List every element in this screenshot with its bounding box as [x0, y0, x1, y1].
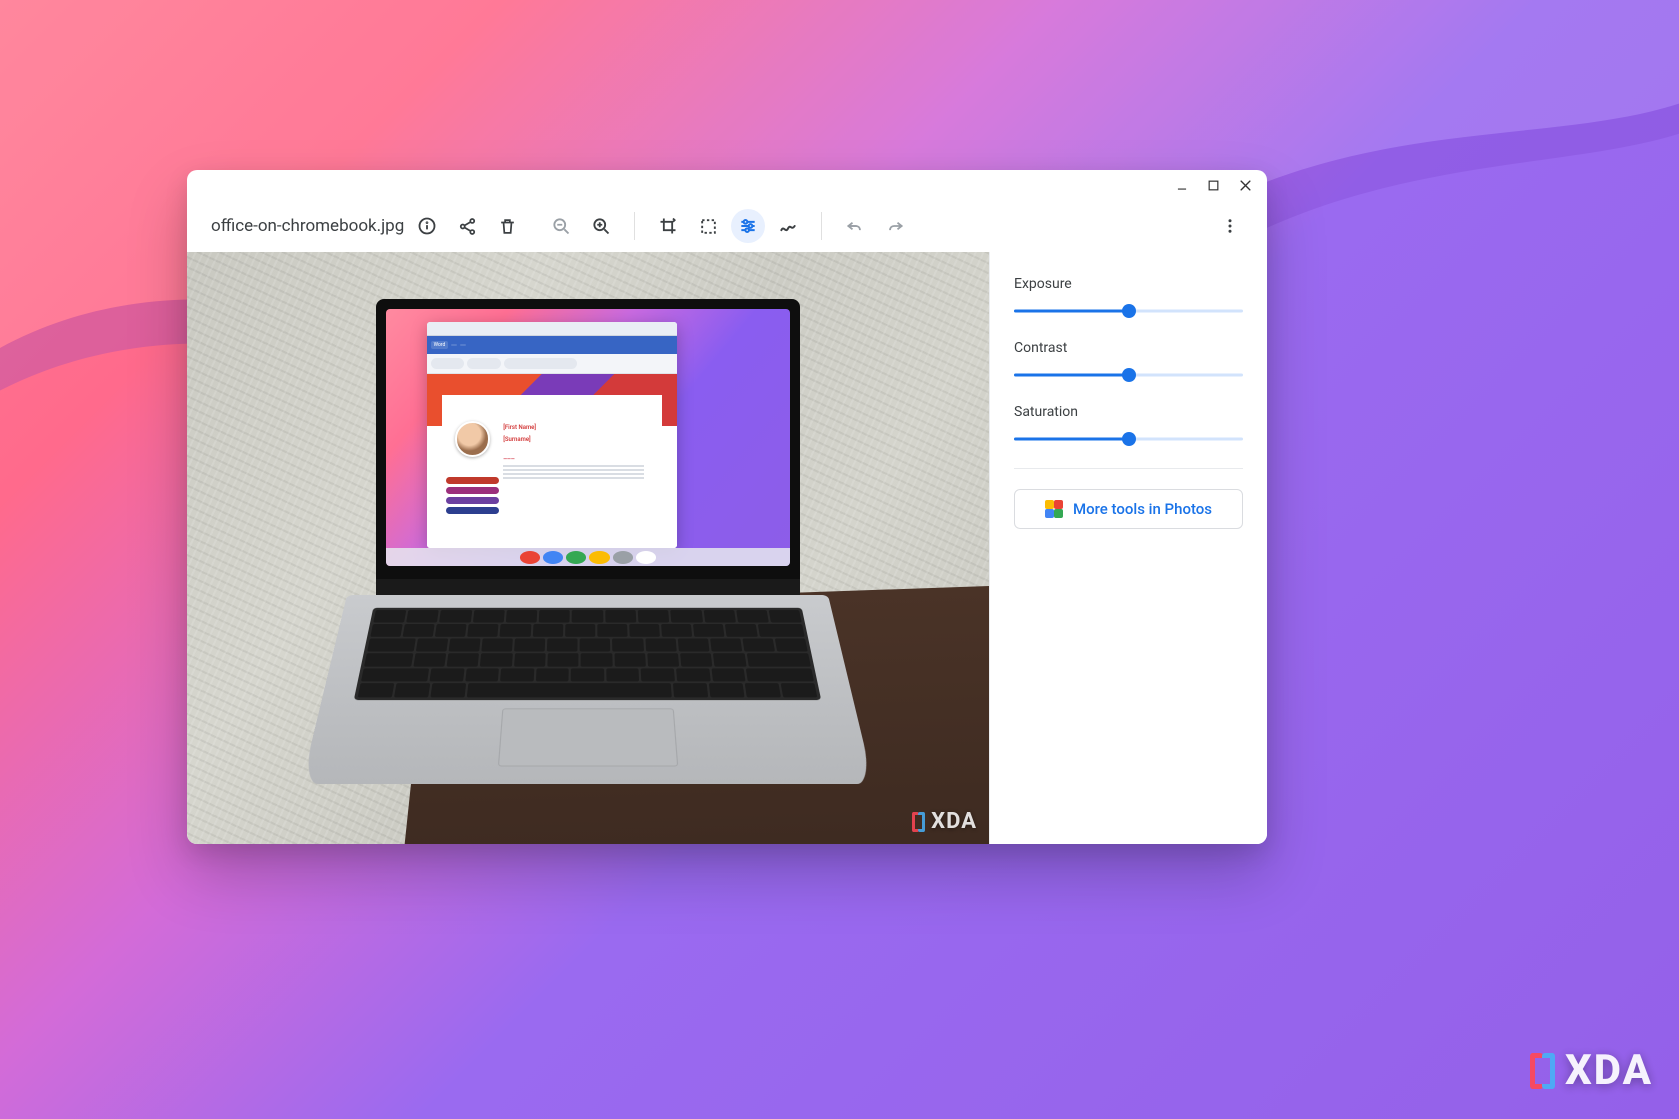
redo-button[interactable] — [878, 209, 912, 243]
xda-watermark: XDA — [1530, 1046, 1653, 1095]
exposure-slider[interactable] — [1014, 304, 1243, 318]
toolbar: office-on-chromebook.jpg — [187, 200, 1267, 252]
panel-divider — [1014, 468, 1243, 469]
rescale-button[interactable] — [691, 209, 725, 243]
close-button[interactable] — [1238, 178, 1253, 193]
more-tools-in-photos-button[interactable]: More tools in Photos — [1014, 489, 1243, 529]
zoom-in-button[interactable] — [584, 209, 618, 243]
info-button[interactable] — [410, 209, 444, 243]
contrast-slider[interactable] — [1014, 368, 1243, 382]
filename-label: office-on-chromebook.jpg — [207, 216, 404, 236]
more-tools-label: More tools in Photos — [1073, 500, 1212, 518]
saturation-label: Saturation — [1014, 404, 1243, 420]
maximize-button[interactable] — [1207, 179, 1220, 192]
contrast-label: Contrast — [1014, 340, 1243, 356]
contrast-group: Contrast — [1014, 340, 1243, 382]
google-photos-icon — [1045, 500, 1063, 518]
overflow-menu-button[interactable] — [1213, 209, 1247, 243]
window-titlebar — [187, 170, 1267, 200]
toolbar-separator — [821, 212, 822, 240]
minimize-button[interactable] — [1175, 178, 1189, 192]
saturation-slider[interactable] — [1014, 432, 1243, 446]
doc-surname: [Surname] — [503, 436, 530, 443]
doc-firstname: [First Name] — [503, 424, 536, 431]
content-area: Word [First Name] [Surname] ——— — [187, 252, 1267, 844]
image-pane[interactable]: Word [First Name] [Surname] ——— — [187, 252, 989, 844]
adjust-panel: Exposure Contrast Saturation — [989, 252, 1267, 844]
toolbar-separator — [634, 212, 635, 240]
adjust-button[interactable] — [731, 209, 765, 243]
exposure-group: Exposure — [1014, 276, 1243, 318]
xda-watermark-inner: XDA — [912, 809, 977, 834]
photo-preview: Word [First Name] [Surname] ——— — [187, 252, 989, 844]
crop-rotate-button[interactable] — [651, 209, 685, 243]
delete-button[interactable] — [490, 209, 524, 243]
zoom-out-button[interactable] — [544, 209, 578, 243]
gallery-window: office-on-chromebook.jpg — [187, 170, 1267, 844]
annotate-button[interactable] — [771, 209, 805, 243]
exposure-label: Exposure — [1014, 276, 1243, 292]
share-button[interactable] — [450, 209, 484, 243]
undo-button[interactable] — [838, 209, 872, 243]
saturation-group: Saturation — [1014, 404, 1243, 446]
